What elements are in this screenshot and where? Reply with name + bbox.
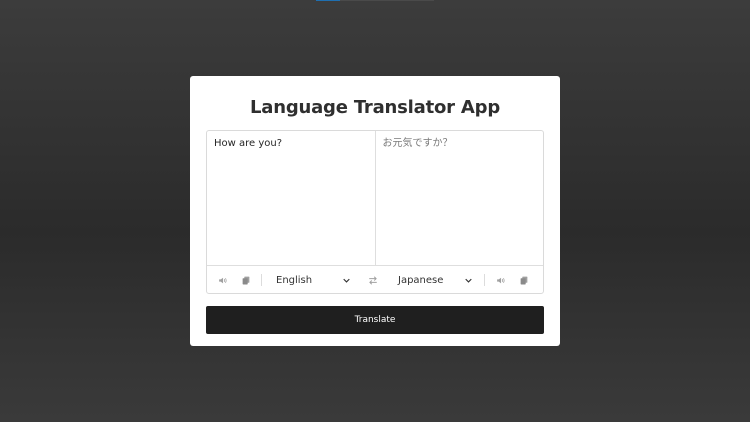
from-language-select[interactable]: English [270, 275, 354, 286]
divider [484, 274, 485, 286]
to-language-label: Japanese [398, 274, 444, 286]
divider [261, 274, 262, 286]
page-title: Language Translator App [249, 97, 501, 118]
to-language-select[interactable]: Japanese [392, 275, 476, 286]
volume-icon[interactable] [493, 273, 507, 287]
translate-button[interactable]: Translate [206, 306, 544, 334]
top-accent-bar [316, 0, 340, 1]
to-text-output[interactable] [374, 131, 543, 265]
chevron-down-icon [464, 276, 472, 284]
translation-panel: English Japanese [206, 130, 544, 294]
language-controls: English Japanese [207, 266, 543, 293]
translator-card: Language Translator App How are you? お元気… [190, 76, 560, 346]
top-accent-line [340, 0, 434, 1]
chevron-down-icon [342, 276, 350, 284]
copy-icon[interactable] [517, 273, 531, 287]
from-language-label: English [276, 274, 313, 286]
copy-icon[interactable] [239, 273, 253, 287]
exchange-icon[interactable] [366, 273, 380, 287]
text-row [207, 131, 543, 266]
from-text-input[interactable] [207, 131, 375, 265]
volume-icon[interactable] [215, 273, 229, 287]
